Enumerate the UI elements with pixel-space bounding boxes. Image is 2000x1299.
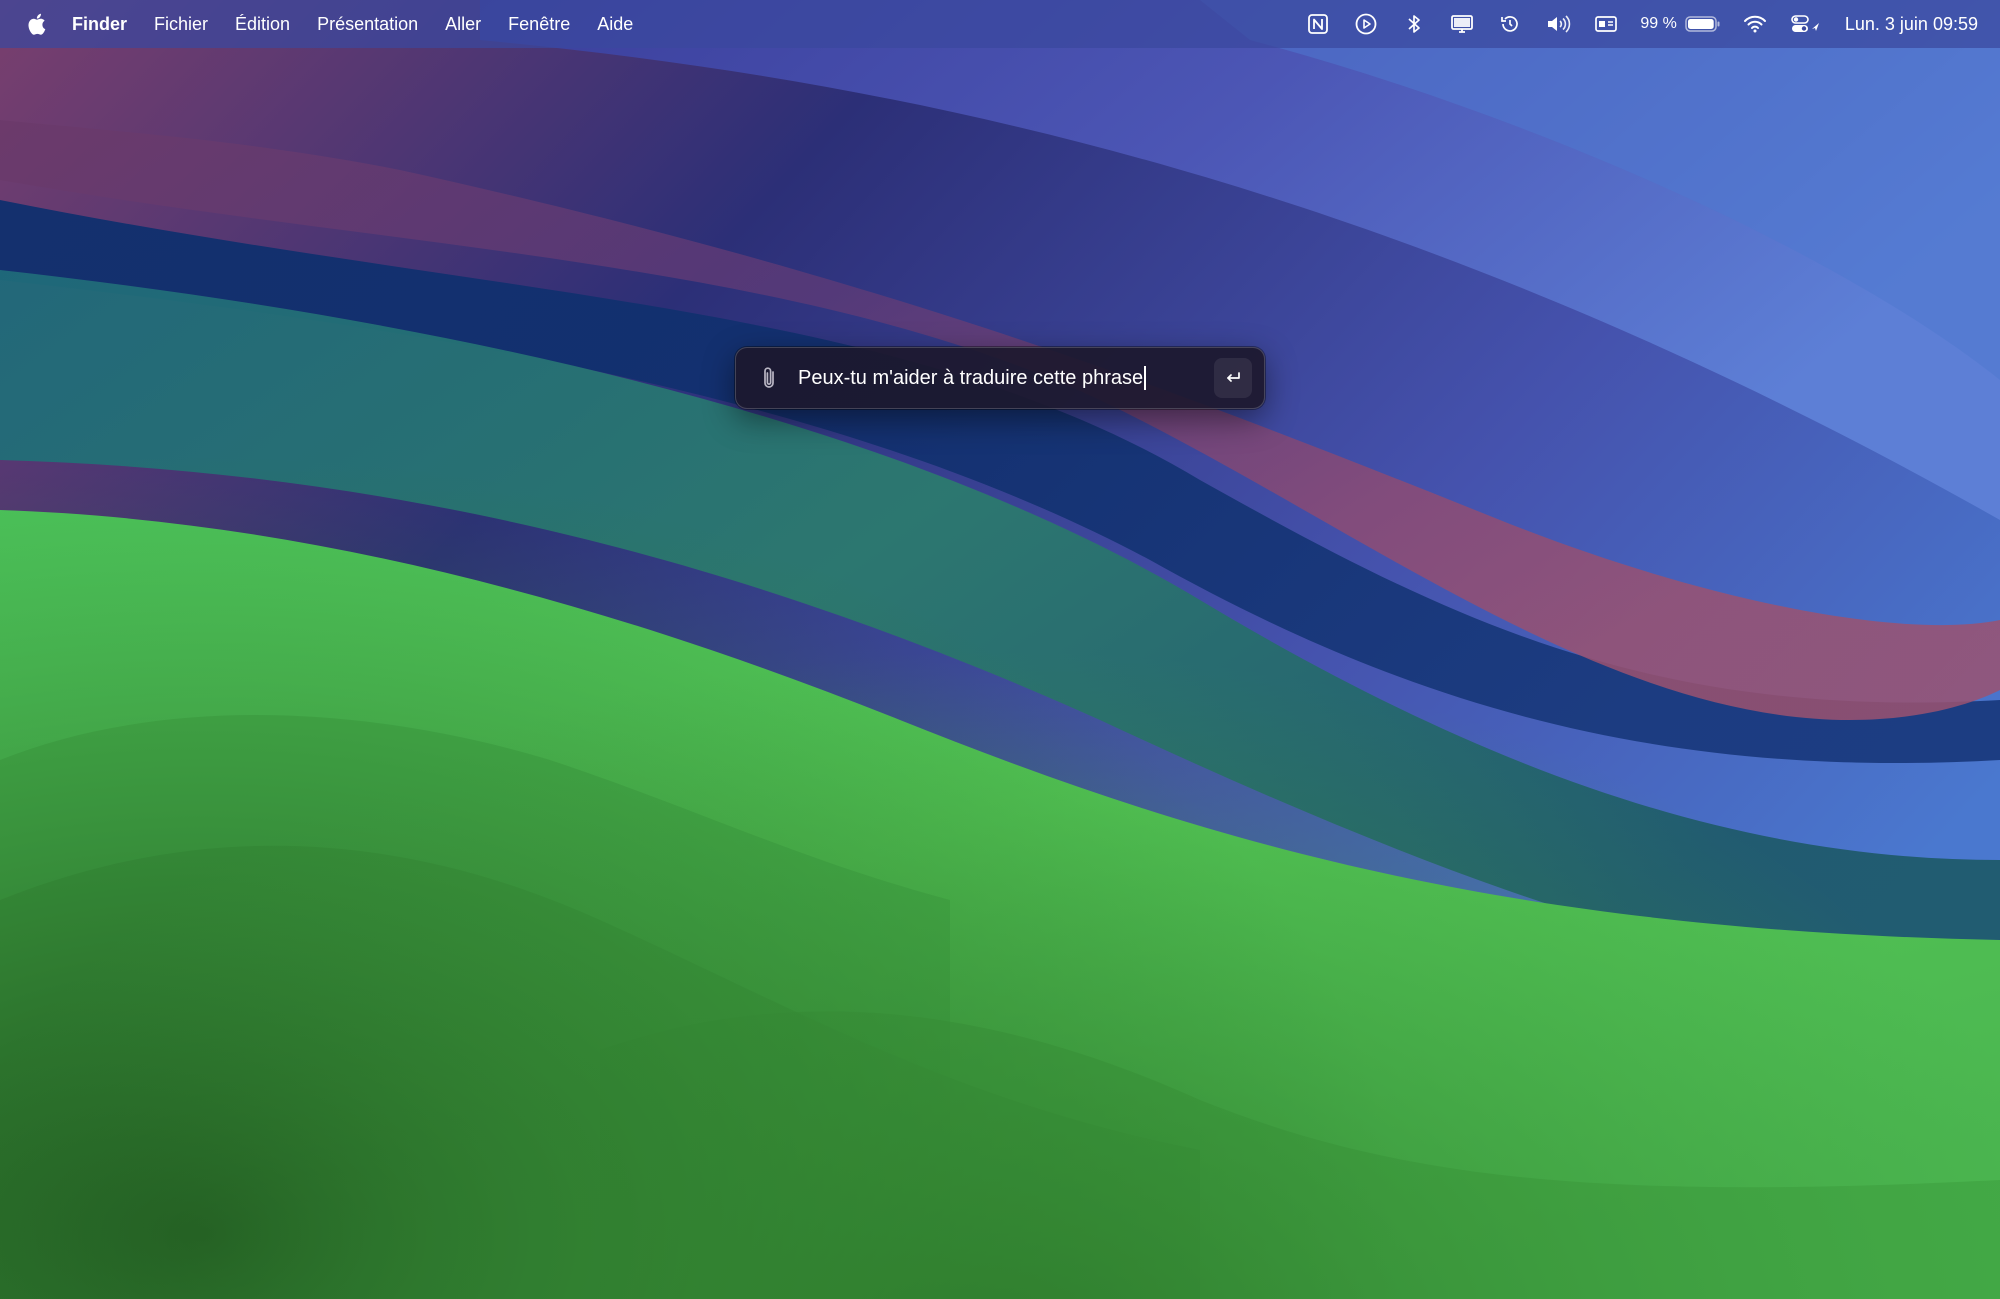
- battery-status[interactable]: 99 %: [1640, 10, 1720, 38]
- menu-edition[interactable]: Édition: [235, 0, 290, 48]
- control-center-icon[interactable]: [1789, 10, 1823, 38]
- prompt-input-value: Peux-tu m'aider à traduire cette phrase: [798, 366, 1144, 389]
- wifi-icon[interactable]: [1741, 10, 1769, 38]
- paperclip-icon[interactable]: [756, 363, 782, 393]
- text-caret: [1144, 366, 1147, 390]
- wallpaper: [0, 0, 2000, 1299]
- menu-fenetre[interactable]: Fenêtre: [508, 0, 570, 48]
- return-icon[interactable]: [1214, 358, 1252, 398]
- menu-app-name[interactable]: Finder: [72, 0, 127, 48]
- menu-aide[interactable]: Aide: [597, 0, 633, 48]
- desktop: Finder Fichier Édition Présentation Alle…: [0, 0, 2000, 1299]
- menu-bar: Finder Fichier Édition Présentation Alle…: [0, 0, 2000, 48]
- prompt-input[interactable]: Peux-tu m'aider à traduire cette phrase: [798, 358, 1214, 398]
- notion-icon[interactable]: [1304, 10, 1332, 38]
- menu-aller[interactable]: Aller: [445, 0, 481, 48]
- time-machine-icon[interactable]: [1496, 10, 1524, 38]
- bluetooth-icon[interactable]: [1400, 10, 1428, 38]
- menu-presentation[interactable]: Présentation: [317, 0, 418, 48]
- keyboard-input-icon[interactable]: [1592, 10, 1620, 38]
- prompt-box: Peux-tu m'aider à traduire cette phrase: [735, 347, 1265, 409]
- menu-bar-status-area: 99 % Lun. 3 juin 09:59: [1284, 0, 1978, 48]
- menu-fichier[interactable]: Fichier: [154, 0, 208, 48]
- display-icon[interactable]: [1448, 10, 1476, 38]
- screen-recording-icon[interactable]: [1352, 10, 1380, 38]
- battery-percent: 99 %: [1640, 15, 1677, 32]
- volume-icon[interactable]: [1544, 10, 1572, 38]
- battery-icon: [1685, 16, 1720, 32]
- menu-bar-left: Finder Fichier Édition Présentation Alle…: [0, 0, 660, 48]
- apple-logo-icon[interactable]: [24, 10, 48, 38]
- clock[interactable]: Lun. 3 juin 09:59: [1845, 14, 1978, 35]
